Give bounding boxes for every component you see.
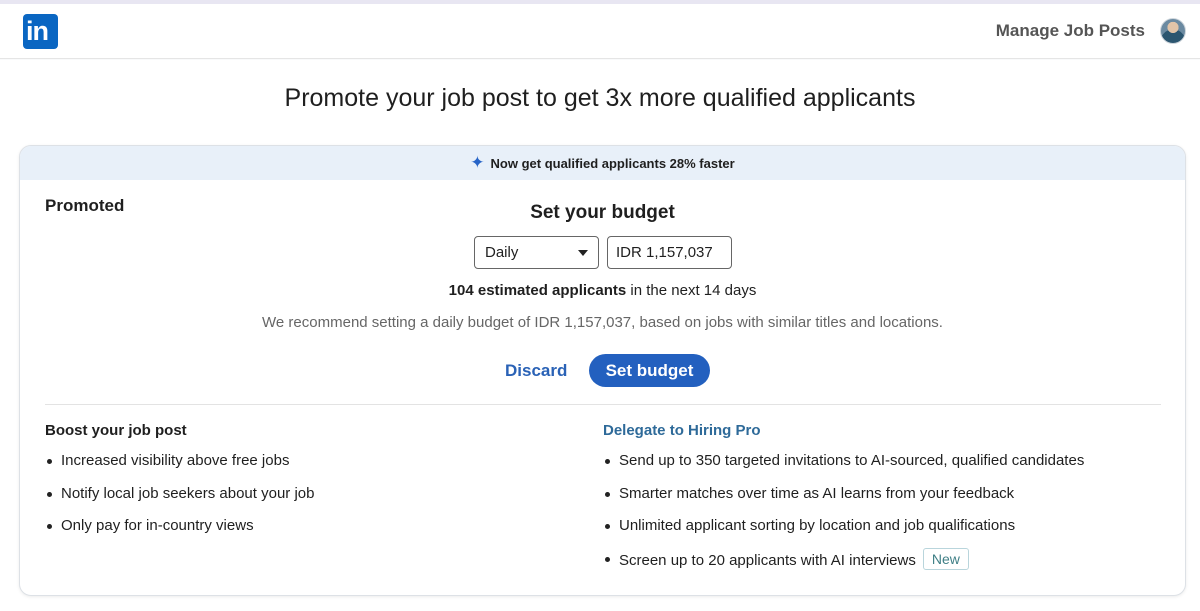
promo-banner: ✦ Now get qualified applicants 28% faste… — [20, 146, 1185, 180]
list-item: Send up to 350 targeted invitations to A… — [603, 451, 1163, 484]
list-item: Screen up to 20 applicants with AI inter… — [603, 547, 1163, 582]
avatar[interactable] — [1160, 18, 1186, 44]
delegate-list: Send up to 350 targeted invitations to A… — [603, 451, 1163, 581]
page-title: Promote your job post to get 3x more qua… — [284, 84, 916, 112]
promotion-card: ✦ Now get qualified applicants 28% faste… — [19, 145, 1186, 596]
delegate-section: Delegate to Hiring Pro Send up to 350 ta… — [603, 422, 1163, 581]
estimate-count: 104 estimated applicants — [448, 282, 627, 299]
budget-amount-input[interactable]: IDR 1,157,037 — [607, 236, 732, 269]
chevron-down-icon — [578, 250, 588, 256]
set-budget-button[interactable]: Set budget — [589, 354, 710, 387]
new-badge: New — [922, 547, 969, 570]
boost-title: Boost your job post — [45, 422, 187, 439]
budget-type-select[interactable]: Daily — [474, 236, 599, 269]
boost-list: Increased visibility above free jobs Not… — [45, 451, 565, 549]
discard-button[interactable]: Discard — [505, 361, 567, 381]
estimate-period: in the next 14 days — [626, 282, 757, 299]
boost-section: Boost your job post Increased visibility… — [45, 422, 565, 549]
logo-text: in — [26, 16, 49, 46]
list-item: Increased visibility above free jobs — [45, 451, 565, 484]
banner-text: Now get qualified applicants 28% faster — [490, 155, 735, 171]
recommendation-text: We recommend setting a daily budget of I… — [262, 314, 943, 331]
list-item: Only pay for in-country views — [45, 516, 565, 549]
sparkle-icon: ✦ — [470, 153, 485, 172]
list-item: Smarter matches over time as AI learns f… — [603, 484, 1163, 517]
divider — [45, 404, 1161, 405]
linkedin-logo[interactable]: in — [23, 14, 58, 49]
budget-title: Set your budget — [530, 202, 675, 223]
estimate-text: 104 estimated applicants in the next 14 … — [20, 282, 1185, 299]
header: in Manage Job Posts — [0, 4, 1200, 59]
manage-job-posts-link[interactable]: Manage Job Posts — [996, 21, 1145, 41]
list-item-text: Screen up to 20 applicants with AI inter… — [619, 551, 916, 569]
list-item: Notify local job seekers about your job — [45, 484, 565, 517]
delegate-link[interactable]: Delegate to Hiring Pro — [603, 422, 1163, 439]
budget-type-value: Daily — [485, 244, 519, 261]
list-item: Unlimited applicant sorting by location … — [603, 516, 1163, 549]
